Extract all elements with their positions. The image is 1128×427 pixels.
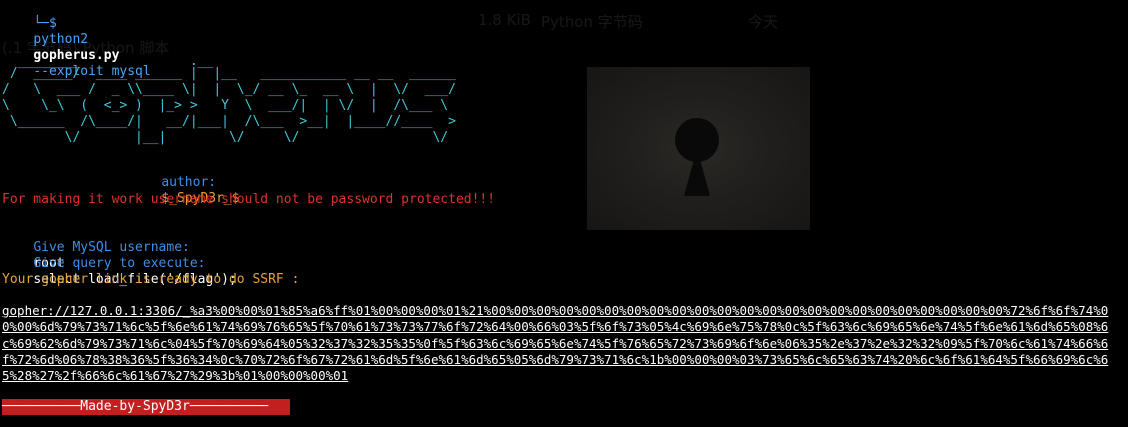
prompt-symbol: └─$ bbox=[33, 16, 57, 31]
banner-line-5: \______ /\____/| __/|___| /\___ >__| |__… bbox=[2, 114, 456, 129]
query-prompt: Give query to execute: bbox=[33, 256, 206, 271]
banner-line-4: \ \_\ ( <_> ) |_> > Y \ ___/| | \/ | /\_… bbox=[2, 98, 449, 113]
banner-line-2: / _____/ ____ ______ | |__ ___________ _… bbox=[2, 66, 456, 81]
terminal-window[interactable]: 1.8 KiB Python 字节码 今天 (.1 字节码) Python 脚本… bbox=[0, 0, 1128, 427]
ready-message: Your gopher link is ready to do SSRF : bbox=[2, 272, 300, 287]
command-name: python2 bbox=[33, 32, 89, 47]
made-by-footer: ──────────Made-by-SpyD3r────────── bbox=[2, 399, 290, 415]
overlay-date: 今天 bbox=[748, 13, 779, 31]
overlay-file-type: Python 字节码 bbox=[541, 13, 643, 31]
banner-line-6: \/ |__| \/ \/ \/ bbox=[2, 130, 449, 145]
keyhole-icon-base bbox=[684, 148, 710, 196]
overlay-file-size: 1.8 KiB bbox=[478, 11, 531, 29]
author-label: author: bbox=[161, 175, 217, 190]
gopher-link[interactable]: gopher://127.0.0.1:3306/_%a3%00%00%01%85… bbox=[2, 303, 1122, 384]
warning-message: For making it work username should not b… bbox=[2, 192, 496, 207]
banner-line-3: / \ ___ / _ \\____ \| | \_/ __ \_ __ \ |… bbox=[2, 82, 456, 97]
author-line: author: $_SpyD3r_$ bbox=[130, 159, 239, 223]
